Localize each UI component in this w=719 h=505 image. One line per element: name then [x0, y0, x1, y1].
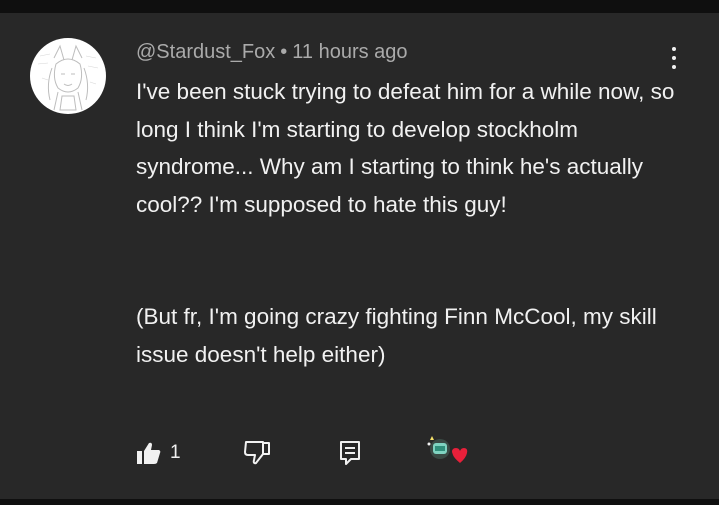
comment-card: @Stardust_Fox • 11 hours ago I've been stu… [0, 13, 719, 499]
avatar-sketch-image [37, 44, 99, 111]
comment-paragraph: (But fr, I'm going crazy fighting Finn M… [136, 304, 657, 367]
reply-button[interactable] [338, 438, 362, 468]
reply-icon [340, 441, 360, 465]
meta-separator: • [280, 41, 288, 63]
more-vert-icon [672, 47, 676, 51]
comment-header: @Stardust_Fox • 11 hours ago [136, 39, 408, 65]
comment-timestamp[interactable]: 11 hours ago [292, 41, 407, 63]
thumbs-up-icon [137, 442, 161, 464]
comment-text: I've been stuck trying to defeat him for… [136, 73, 696, 373]
dislike-button[interactable] [243, 438, 271, 468]
creator-heart-badge [424, 432, 468, 470]
like-button[interactable]: 1 [136, 438, 181, 468]
comment-paragraph: I've been stuck trying to defeat him for… [136, 79, 675, 217]
comment-actions: 1 [0, 436, 719, 468]
more-options-button[interactable] [664, 45, 684, 73]
avatar[interactable] [30, 38, 106, 114]
screen-frame: @Stardust_Fox • 11 hours ago I've been stu… [0, 0, 719, 505]
thumbs-down-icon [244, 441, 270, 465]
creator-heart-icon [427, 436, 468, 463]
like-count: 1 [170, 442, 181, 463]
author-name[interactable]: @Stardust_Fox [136, 41, 275, 63]
